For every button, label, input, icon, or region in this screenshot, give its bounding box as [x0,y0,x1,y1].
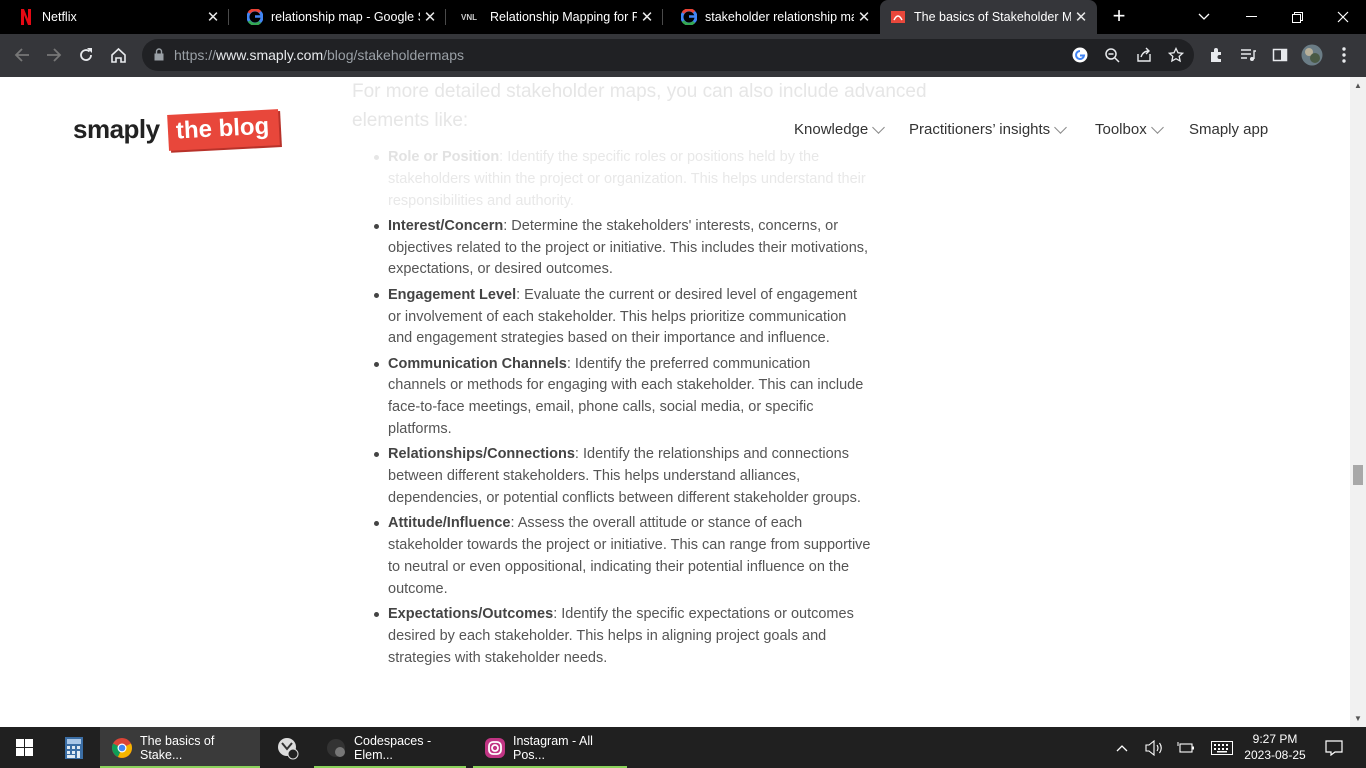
chevron-down-icon [1054,120,1068,134]
browser-tab-strip: Netflix ✕ relationship map - Google Se ✕… [0,0,1366,34]
calculator-icon[interactable] [50,727,98,768]
home-icon[interactable] [105,42,131,68]
list-item: Interest/Concern: Determine the stakehol… [352,216,872,281]
logo-badge: the blog [166,109,280,151]
chrome-icon [110,736,134,760]
list-item-term: Engagement Level [388,286,517,303]
nav-label: Toolbox [1095,121,1147,138]
list-item-term: Attitude/Influence [388,515,511,532]
share-icon[interactable] [1131,42,1157,68]
vnl-icon: VNL [461,12,477,22]
new-tab-button[interactable]: + [1109,5,1129,29]
close-icon[interactable]: ✕ [637,8,657,26]
nav-practitioners-insights[interactable]: Practitioners’ insights [909,120,1068,138]
web-page: For more detailed stakeholder maps, you … [0,77,1350,727]
volume-icon[interactable] [1142,727,1166,768]
site-logo[interactable]: smaply the blog [73,109,280,151]
profile-avatar[interactable] [1299,42,1325,68]
tab-netflix[interactable]: Netflix ✕ [0,0,229,34]
lock-icon[interactable] [154,48,164,66]
bookmark-star-icon[interactable] [1163,42,1189,68]
logo-wordmark: smaply [73,114,160,144]
taskbar-app-chrome[interactable]: The basics of Stake... [100,727,260,768]
nav-knowledge[interactable]: Knowledge [794,120,886,138]
close-icon[interactable]: ✕ [420,8,440,26]
side-panel-icon[interactable] [1267,42,1293,68]
windows-taskbar: The basics of Stake... Codespaces - Elem… [0,727,1366,768]
close-window-icon[interactable] [1320,0,1366,34]
taskbar-clock[interactable]: 9:27 PM 2023-08-25 [1240,731,1310,763]
chevron-down-icon [1150,120,1164,134]
nav-smaply-app[interactable]: Smaply app [1189,121,1268,138]
scroll-down-icon[interactable]: ▼ [1354,714,1362,723]
clock-time: 9:27 PM [1252,732,1298,746]
address-bar[interactable]: https://www.smaply.com/blog/stakeholderm… [142,39,1194,71]
taskbar-app-instagram[interactable]: Instagram - All Pos... [473,727,627,768]
app-switcher-icon[interactable] [264,727,312,768]
google-icon [247,9,263,25]
list-item-term: Relationships/Connections [388,446,575,463]
minimize-icon[interactable] [1228,0,1274,34]
scroll-up-icon[interactable]: ▲ [1354,81,1362,90]
forward-icon[interactable] [41,42,67,68]
reload-icon[interactable] [73,42,99,68]
scrollbar-thumb[interactable] [1353,465,1363,485]
taskbar-app-label: Codespaces - Elem... [354,733,432,762]
restore-icon[interactable] [1274,0,1320,34]
tab-title: stakeholder relationship map [705,10,854,24]
back-icon[interactable] [9,42,35,68]
list-item: Relationships/Connections: Identify the … [352,444,872,509]
instagram-icon [483,736,507,760]
tab-stakeholder-relationship-map[interactable]: stakeholder relationship map ✕ [663,0,880,34]
tab-search-icon[interactable] [1181,0,1227,34]
list-item-term: Communication Channels [388,355,567,372]
media-control-icon[interactable] [1235,42,1261,68]
list-item-term: Expectations/Outcomes [388,605,554,622]
taskbar-app-label: Instagram - All Pos... [513,733,593,762]
close-icon[interactable]: ✕ [854,8,874,26]
windows-start-icon[interactable] [0,727,48,768]
browser-toolbar: https://www.smaply.com/blog/stakeholderm… [0,34,1366,77]
smaply-icon [890,9,906,25]
url-text: https://www.smaply.com/blog/stakeholderm… [174,47,464,63]
show-hidden-icons-icon[interactable] [1110,727,1134,768]
battery-icon[interactable] [1174,727,1198,768]
close-icon[interactable]: ✕ [203,8,223,26]
tab-title: relationship map - Google Se [271,10,420,24]
google-lens-icon[interactable] [1067,42,1093,68]
tab-relationship-mapping[interactable]: VNL Relationship Mapping for Pul ✕ [446,0,663,34]
tab-title: Relationship Mapping for Pul [490,10,637,24]
nav-label: Smaply app [1189,121,1269,138]
site-header: smaply the blog Knowledge Practitioners’… [0,77,1350,187]
google-icon [681,9,697,25]
tab-basics-of-stakeholder-maps[interactable]: The basics of Stakeholder Ma ✕ [880,0,1097,34]
tab-relationship-map-google[interactable]: relationship map - Google Se ✕ [229,0,446,34]
nav-label: Practitioners’ insights [909,121,1051,138]
list-item-term: Interest/Concern [388,217,504,234]
chevron-down-icon [872,120,886,134]
notifications-icon[interactable] [1318,727,1350,768]
list-item: Expectations/Outcomes: Identify the spec… [352,604,872,669]
tab-title: The basics of Stakeholder Ma [914,10,1071,24]
github-icon [324,736,348,760]
netflix-icon [18,9,34,25]
taskbar-app-codespaces[interactable]: Codespaces - Elem... [314,727,466,768]
close-icon[interactable]: ✕ [1071,8,1091,26]
nav-label: Knowledge [794,121,869,138]
menu-kebab-icon[interactable] [1331,42,1357,68]
keyboard-icon[interactable] [1207,727,1237,768]
article-list: Role or Position: Identify the specific … [352,147,872,673]
taskbar-app-label: The basics of Stake... [140,733,215,762]
list-item: Communication Channels: Identify the pre… [352,354,872,441]
list-item: Attitude/Influence: Assess the overall a… [352,513,872,600]
list-item: Engagement Level: Evaluate the current o… [352,285,872,350]
tab-title: Netflix [42,10,77,24]
extensions-icon[interactable] [1203,42,1229,68]
zoom-icon[interactable] [1099,42,1125,68]
page-scrollbar[interactable]: ▲ ▼ [1350,77,1366,727]
nav-toolbox[interactable]: Toolbox [1095,120,1164,138]
clock-date: 2023-08-25 [1244,748,1306,762]
